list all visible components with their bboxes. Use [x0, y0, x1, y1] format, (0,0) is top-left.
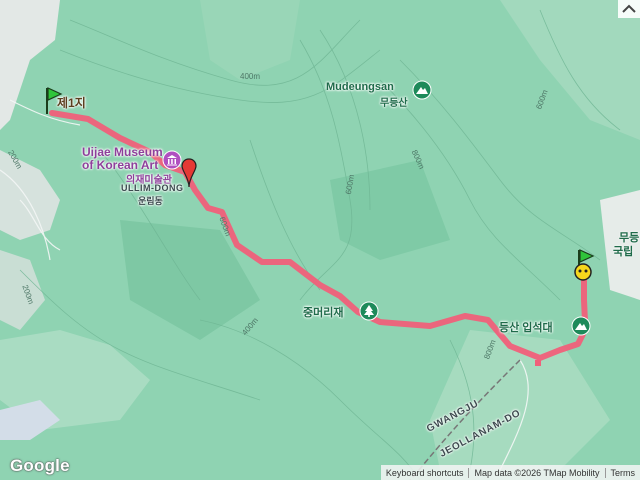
- mountain-icon[interactable]: [412, 80, 432, 100]
- google-logo: Google: [10, 456, 70, 475]
- mountain-label-ko[interactable]: 무등산: [380, 94, 408, 109]
- keyboard-shortcuts-link[interactable]: Keyboard shortcuts: [381, 468, 469, 478]
- terms-link[interactable]: Terms: [606, 468, 640, 478]
- stone-label[interactable]: 등산 입석대: [499, 319, 553, 335]
- waypoint-icon[interactable]: [573, 262, 593, 282]
- peak-label[interactable]: 중머리재: [303, 304, 343, 320]
- fullscreen-toggle-icon[interactable]: [618, 0, 640, 18]
- dong-label-ko: 운림동: [138, 196, 163, 206]
- trailhead-label: 제1지: [57, 96, 86, 110]
- contour-label: 400m: [240, 72, 261, 81]
- map-data-attribution: Map data ©2026 TMap Mobility: [474, 467, 600, 478]
- tree-icon[interactable]: [359, 301, 379, 321]
- park-icon[interactable]: [571, 316, 591, 336]
- dong-label-en: ULLIM-DONG: [121, 183, 184, 193]
- museum-icon[interactable]: [162, 150, 182, 170]
- attribution-bar: Keyboard shortcuts Map data ©2026 TMap M…: [380, 465, 640, 480]
- park-fragment-2: 국립: [613, 246, 634, 258]
- terrain-map[interactable]: [0, 0, 640, 480]
- mountain-label-en[interactable]: Mudeungsan: [326, 81, 394, 93]
